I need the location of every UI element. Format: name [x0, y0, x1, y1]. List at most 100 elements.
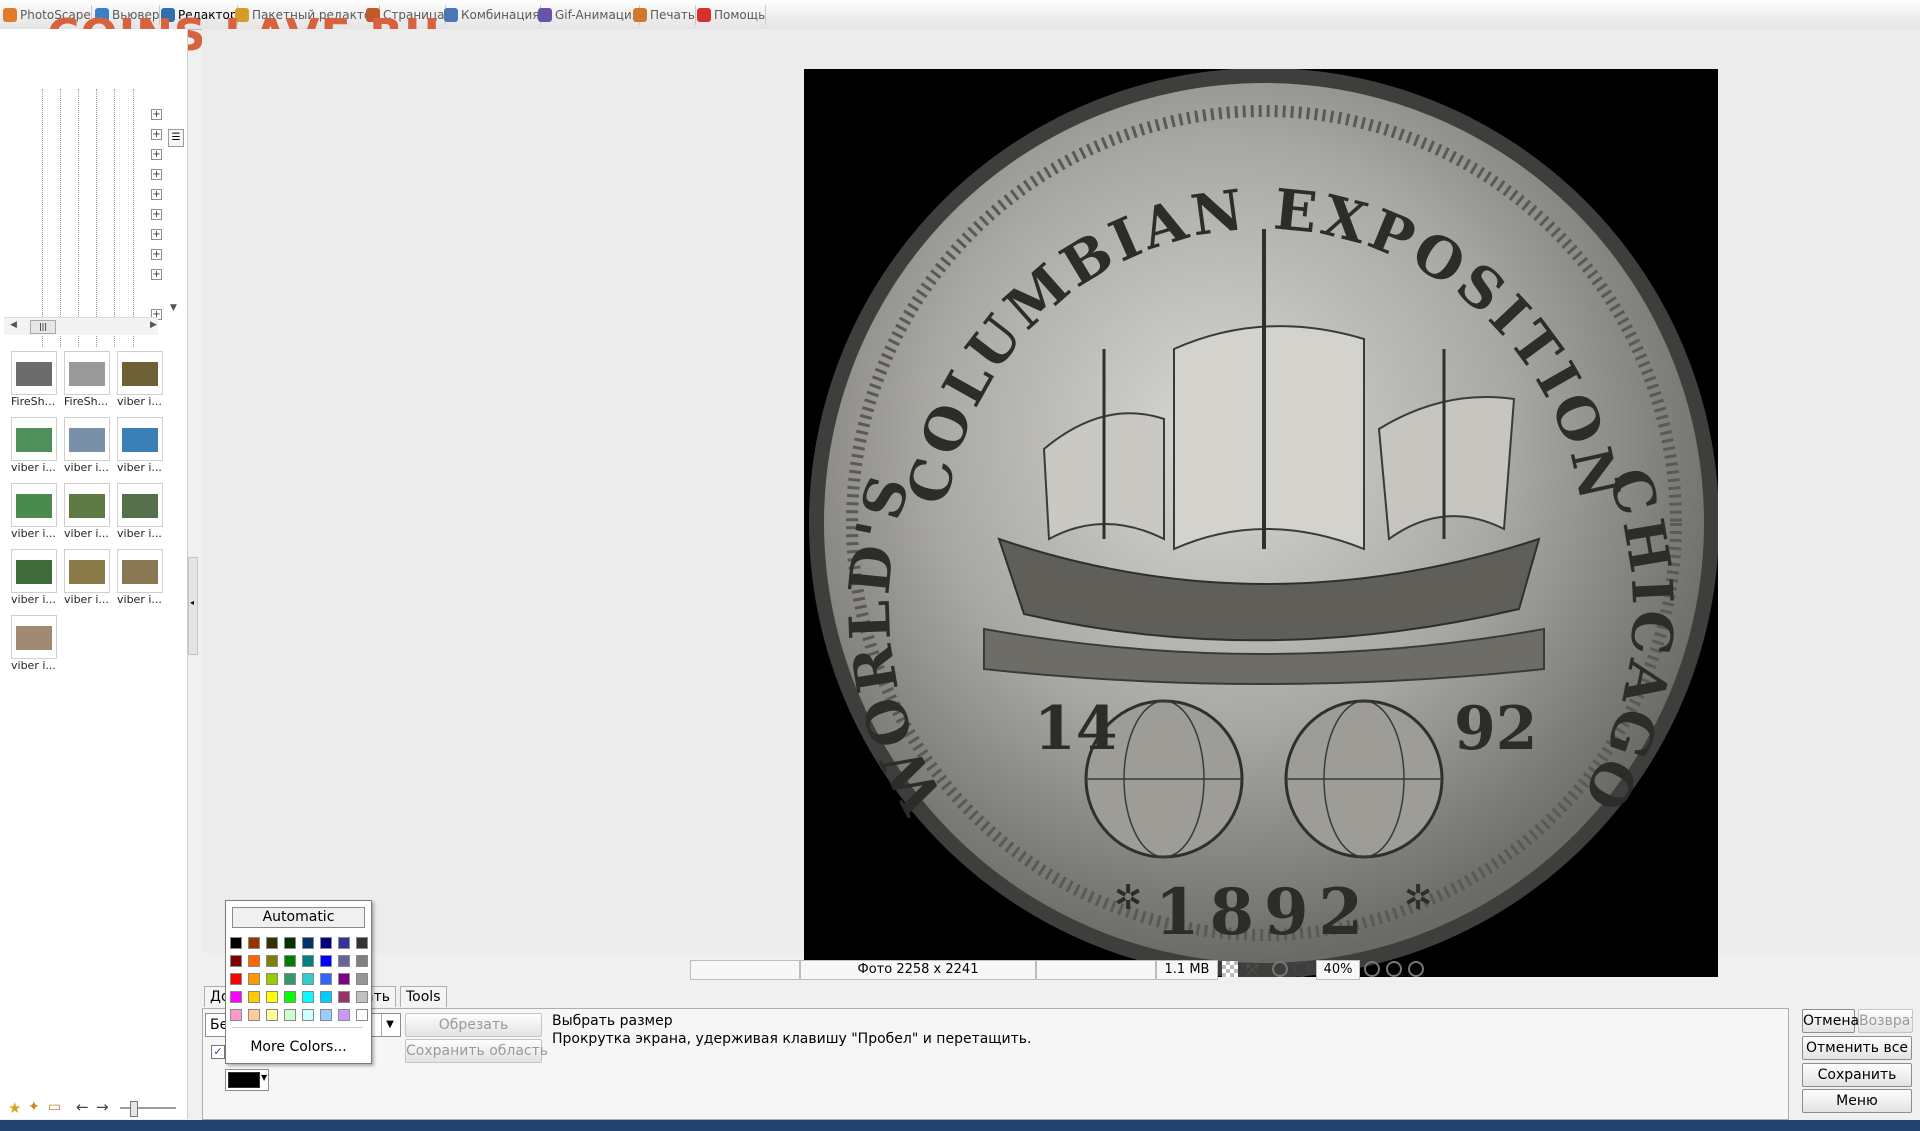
redo-button[interactable]: Возврат [1858, 1009, 1913, 1033]
thumbnail-item[interactable]: viber i... [62, 547, 112, 607]
zoom-in-icon[interactable] [1364, 961, 1380, 977]
folder-tree[interactable]: + + + + + + + + + + ☰ ▼ [0, 59, 186, 347]
tab-print[interactable]: Печать [630, 5, 696, 25]
color-swatch[interactable] [302, 1009, 314, 1021]
color-swatch[interactable] [356, 937, 368, 949]
color-swatch[interactable] [248, 973, 260, 985]
thumbnail-item[interactable]: FireSh... [9, 349, 59, 409]
zoom-actual-icon[interactable] [1272, 961, 1288, 977]
automatic-color-button[interactable]: Automatic [232, 907, 365, 928]
tree-expand-icon[interactable]: + [151, 109, 162, 120]
scroll-left-arrow-icon[interactable]: ◀ [10, 320, 17, 330]
tree-expand-icon[interactable]: + [151, 149, 162, 160]
scroll-thumb[interactable]: ||| [30, 320, 56, 334]
transparency-icon[interactable] [1222, 961, 1238, 977]
color-swatch[interactable] [230, 955, 242, 967]
back-arrow-icon[interactable]: ← [76, 1098, 89, 1116]
thumbnail-size-slider[interactable] [120, 1101, 176, 1117]
color-swatch[interactable] [338, 991, 350, 1003]
info-icon[interactable] [1408, 961, 1424, 977]
color-swatch[interactable] [266, 973, 278, 985]
thumbnail-item[interactable]: viber i... [9, 613, 59, 673]
color-swatch[interactable] [320, 1009, 332, 1021]
color-swatch[interactable] [266, 991, 278, 1003]
color-swatch[interactable] [248, 937, 260, 949]
tree-expand-icon[interactable]: + [151, 169, 162, 180]
color-swatch[interactable] [302, 955, 314, 967]
tree-expand-icon[interactable]: + [151, 209, 162, 220]
color-swatch[interactable] [248, 1009, 260, 1021]
scroll-down-arrow-icon[interactable]: ▼ [170, 303, 177, 313]
color-swatch[interactable] [320, 991, 332, 1003]
color-swatch[interactable] [338, 1009, 350, 1021]
chevron-down-icon[interactable]: ▼ [261, 1073, 267, 1082]
tab-help[interactable]: Помощь [694, 5, 767, 25]
color-swatch[interactable] [230, 973, 242, 985]
color-swatch[interactable] [284, 1009, 296, 1021]
color-swatch[interactable] [230, 1009, 242, 1021]
tree-expand-icon[interactable]: + [151, 189, 162, 200]
color-swatch[interactable] [248, 955, 260, 967]
tree-horizontal-scrollbar[interactable]: ◀ ||| ▶ [4, 317, 158, 335]
color-swatch[interactable] [230, 991, 242, 1003]
open-folder-icon[interactable]: ▭ [48, 1099, 61, 1115]
thumbnail-item[interactable]: viber i... [115, 547, 165, 607]
color-swatch[interactable] [320, 955, 332, 967]
more-colors-button[interactable]: More Colors... [226, 1039, 371, 1055]
folder-star-icon[interactable]: ✦ [28, 1099, 40, 1115]
panel-collapse-handle[interactable]: ◂ [188, 557, 198, 655]
slider-thumb[interactable] [130, 1101, 138, 1117]
thumbnail-item[interactable]: FireSh... [62, 349, 112, 409]
undo-button[interactable]: Отмена [1802, 1009, 1859, 1033]
color-swatch[interactable] [284, 973, 296, 985]
color-swatch[interactable] [338, 955, 350, 967]
save-area-button[interactable]: Сохранить область [405, 1039, 548, 1063]
save-button[interactable]: Сохранить [1802, 1063, 1912, 1087]
tree-expand-icon[interactable]: + [151, 129, 162, 140]
forward-arrow-icon[interactable]: → [96, 1098, 109, 1116]
color-swatch[interactable] [320, 973, 332, 985]
thumbnail-item[interactable]: viber i... [62, 415, 112, 475]
tab-combine[interactable]: Комбинация [441, 5, 541, 25]
color-swatch[interactable] [338, 973, 350, 985]
color-swatch[interactable] [266, 1009, 278, 1021]
thumbnail-item[interactable]: viber i... [9, 481, 59, 541]
fit-screen-icon[interactable]: ⤧ [1246, 960, 1259, 980]
color-swatch[interactable] [356, 1009, 368, 1021]
color-swatch[interactable] [302, 991, 314, 1003]
edited-photo[interactable]: COLUMBIAN EXPOSITION WORLD'S CHICAGO 14 … [804, 68, 1719, 978]
color-picker-button[interactable]: ▼ [225, 1069, 269, 1091]
color-swatch[interactable] [320, 937, 332, 949]
tree-expand-icon[interactable]: + [151, 229, 162, 240]
zoom-out-icon[interactable] [1386, 961, 1402, 977]
chevron-down-icon[interactable]: ▼ [381, 1014, 398, 1036]
color-swatch[interactable] [356, 955, 368, 967]
image-canvas[interactable]: COLUMBIAN EXPOSITION WORLD'S CHICAGO 14 … [202, 29, 1920, 978]
zoom-fit-icon[interactable] [1294, 961, 1310, 977]
thumbnail-item[interactable]: viber i... [9, 415, 59, 475]
color-swatch[interactable] [266, 955, 278, 967]
color-swatch[interactable] [356, 991, 368, 1003]
color-swatch[interactable] [356, 973, 368, 985]
thumbnail-item[interactable]: viber i... [115, 415, 165, 475]
color-swatch[interactable] [266, 937, 278, 949]
list-view-icon[interactable]: ☰ [168, 129, 184, 147]
crop-checkbox[interactable]: ✓ [211, 1045, 225, 1059]
star-icon[interactable]: ★ [8, 1099, 21, 1117]
thumbnail-item[interactable]: viber i... [9, 547, 59, 607]
undo-all-button[interactable]: Отменить все [1802, 1036, 1912, 1060]
scroll-right-arrow-icon[interactable]: ▶ [150, 320, 157, 330]
menu-button[interactable]: Меню [1802, 1089, 1912, 1113]
color-swatch[interactable] [284, 955, 296, 967]
color-swatch[interactable] [230, 937, 242, 949]
thumbnail-item[interactable]: viber i... [115, 349, 165, 409]
color-swatch[interactable] [302, 973, 314, 985]
color-swatch[interactable] [248, 991, 260, 1003]
color-swatch[interactable] [284, 991, 296, 1003]
color-swatch[interactable] [302, 937, 314, 949]
thumbnail-item[interactable]: viber i... [115, 481, 165, 541]
thumbnail-item[interactable]: viber i... [62, 481, 112, 541]
tab-gif[interactable]: Gif-Анимация [535, 5, 640, 25]
tree-expand-icon[interactable]: + [151, 269, 162, 280]
tab-tools[interactable]: Tools [400, 986, 447, 1007]
